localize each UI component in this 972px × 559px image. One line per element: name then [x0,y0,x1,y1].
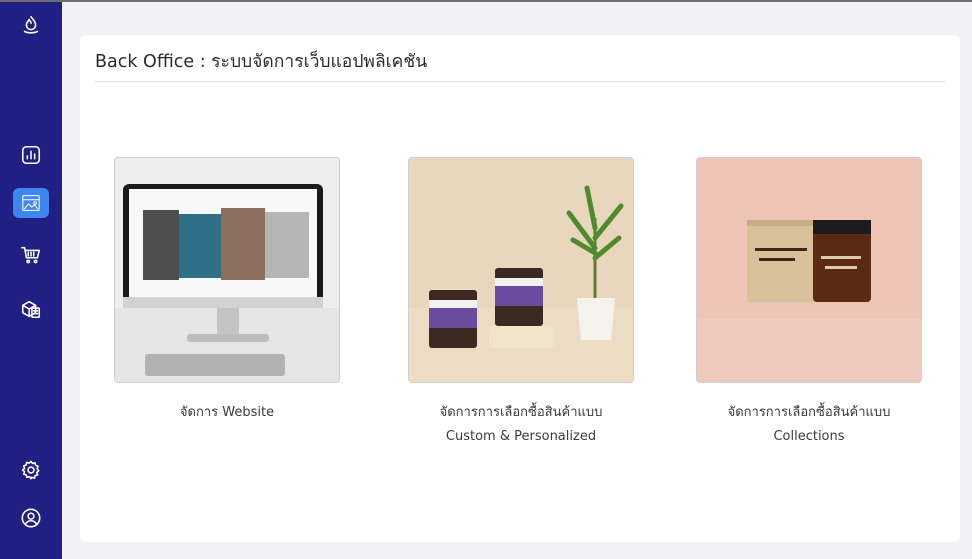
card-manage-custom-personalized[interactable]: จัดการการเลือกซื้อสินค้าแบบ Custom & Per… [408,157,634,449]
sidebar [0,2,62,559]
flame-logo-icon[interactable] [16,10,46,40]
candle-box-and-jar-photo[interactable] [696,157,922,383]
candle-jars-with-plant-photo[interactable] [408,157,634,383]
user-circle-icon[interactable] [16,503,46,533]
card-title-line2: Custom & Personalized [445,429,597,444]
box-with-document-icon[interactable] [16,294,46,324]
card-manage-collections[interactable]: จัดการการเลือกซื้อสินค้าแบบ Collections [696,157,922,449]
image-gallery-icon[interactable] [13,188,49,218]
bar-chart-icon[interactable] [16,140,46,170]
card-title-line1: จัดการ Website [179,405,275,420]
main-panel: Back Office : ระบบจัดการเว็บแอปพลิเคชัน [80,35,960,542]
card-title-line1: จัดการการเลือกซื้อสินค้าแบบ [727,405,891,420]
gear-icon[interactable] [16,455,46,485]
card-title-line2: Collections [773,429,845,444]
window-top-border [0,0,972,2]
shopping-cart-icon[interactable] [16,240,46,270]
desktop-computer-photo[interactable] [114,157,340,383]
card-manage-website[interactable]: จัดการ Website [114,157,340,425]
title-divider [95,81,945,82]
card-title-line1: จัดการการเลือกซื้อสินค้าแบบ [439,405,603,420]
page-title: Back Office : ระบบจัดการเว็บแอปพลิเคชัน [95,52,428,72]
